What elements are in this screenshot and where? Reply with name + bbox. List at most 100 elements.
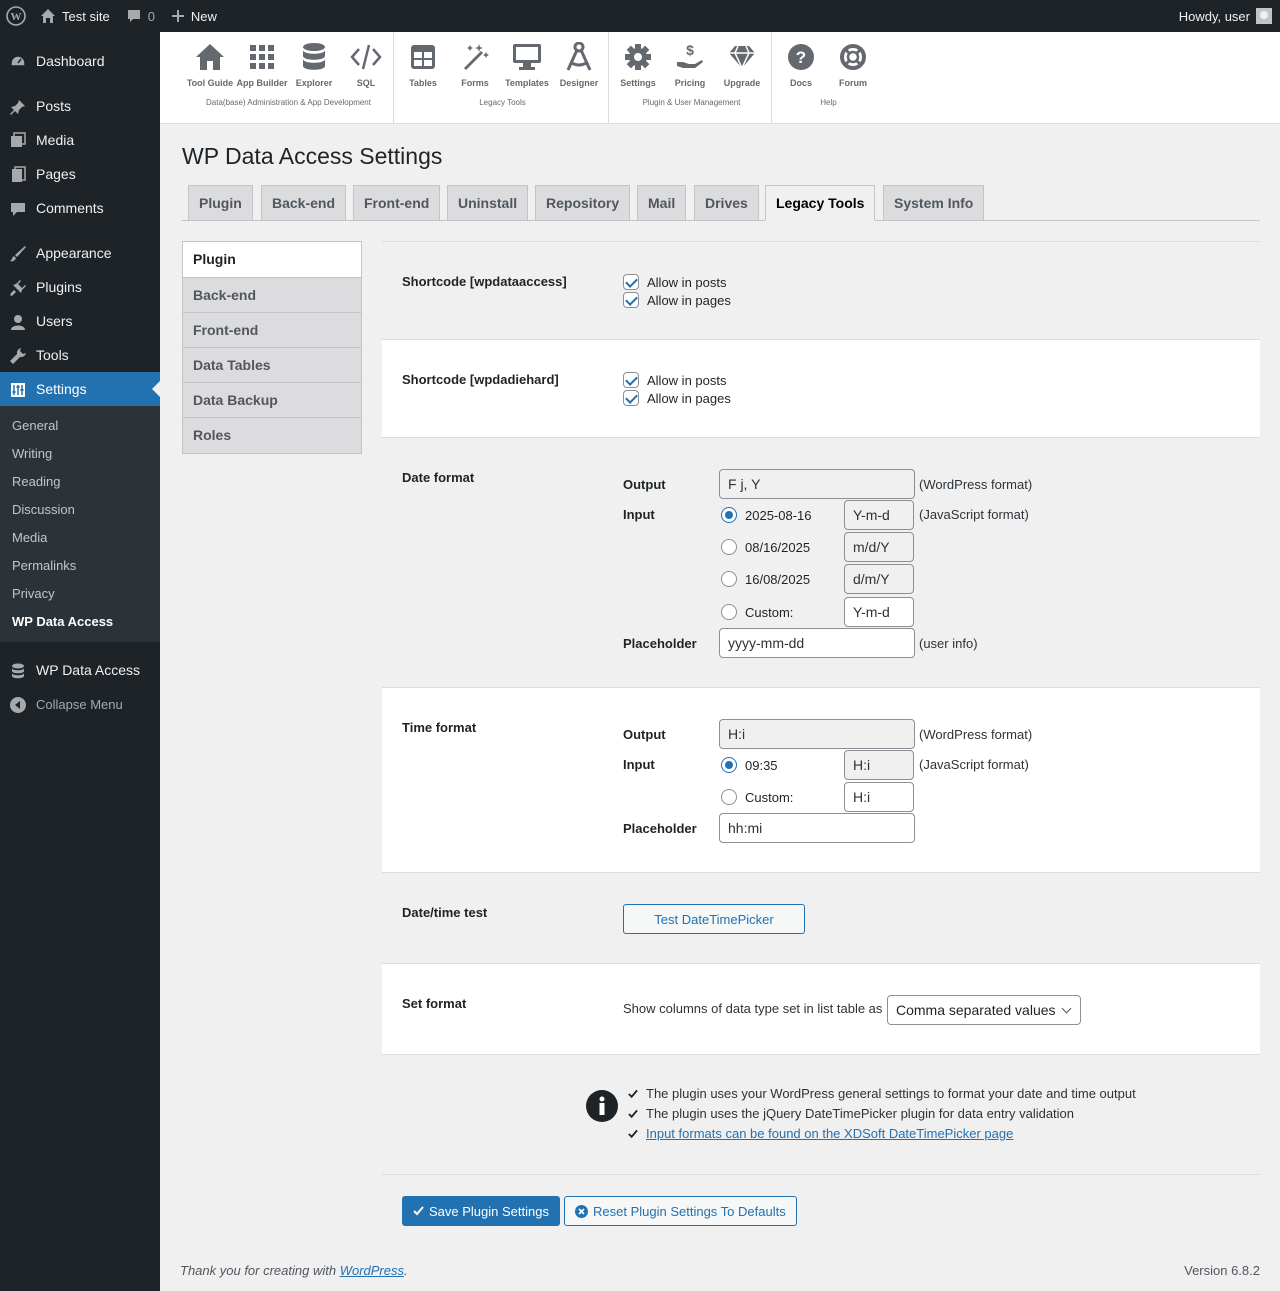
sidebar-item-settings[interactable]: Settings — [0, 372, 160, 406]
date-input-radio[interactable] — [721, 571, 737, 587]
date-input-label: Input — [623, 507, 655, 522]
submenu-item-general[interactable]: General — [0, 412, 160, 440]
admin-bar: W Test site 0 New Howdy, user — [0, 0, 1280, 32]
submenu-item-writing[interactable]: Writing — [0, 440, 160, 468]
forms-button[interactable]: Forms — [449, 40, 501, 88]
sql-button[interactable]: SQL — [340, 40, 392, 88]
explorer-button[interactable]: Explorer — [288, 40, 340, 88]
tab-repository[interactable]: Repository — [535, 185, 631, 221]
allow-in-posts-option[interactable]: Allow in posts — [623, 372, 726, 388]
time-placeholder-field[interactable]: hh:mi — [719, 813, 915, 843]
submenu-item-permalinks[interactable]: Permalinks — [0, 552, 160, 580]
app-builder-button[interactable]: App Builder — [236, 40, 288, 88]
wordpress-link[interactable]: WordPress — [340, 1263, 404, 1278]
designer-button[interactable]: Designer — [553, 40, 605, 88]
set-format-select[interactable]: Comma separated values — [887, 995, 1081, 1025]
sidebar-item-media[interactable]: Media — [0, 123, 160, 157]
collapse-menu-button[interactable]: Collapse Menu — [0, 687, 160, 721]
tab-drives[interactable]: Drives — [694, 185, 759, 221]
subtab-roles[interactable]: Roles — [183, 418, 361, 453]
docs-button[interactable]: ? Docs — [775, 40, 827, 88]
tab-uninstall[interactable]: Uninstall — [447, 185, 529, 221]
time-input-option-custom[interactable]: Custom: — [721, 789, 793, 805]
subtab-back-end[interactable]: Back-end — [183, 278, 361, 313]
allow-in-pages-option[interactable]: Allow in pages — [623, 390, 731, 406]
test-datetimepicker-button[interactable]: Test DateTimePicker — [623, 904, 805, 934]
templates-button[interactable]: Templates — [501, 40, 553, 88]
time-format-section: Time format Output H:i (WordPress format… — [382, 687, 1260, 872]
allow-in-posts-checkbox[interactable] — [623, 372, 639, 388]
submenu-item-media[interactable]: Media — [0, 524, 160, 552]
sidebar-item-pages[interactable]: Pages — [0, 157, 160, 191]
tab-system-info[interactable]: System Info — [883, 185, 985, 221]
sidebar-item-posts[interactable]: Posts — [0, 89, 160, 123]
subtab-data-tables[interactable]: Data Tables — [183, 348, 361, 383]
sidebar-item-label: Tools — [36, 347, 69, 363]
allow-in-posts-checkbox[interactable] — [623, 274, 639, 290]
pricing-button[interactable]: $ Pricing — [664, 40, 716, 88]
tab-back-end[interactable]: Back-end — [261, 185, 347, 221]
date-input-radio[interactable] — [721, 604, 737, 620]
xdsoft-docs-link[interactable]: Input formats can be found on the XDSoft… — [646, 1126, 1013, 1141]
date-input-format-field[interactable]: Y-m-d — [844, 500, 914, 530]
tab-legacy-tools[interactable]: Legacy Tools — [765, 185, 876, 221]
forum-button[interactable]: Forum — [827, 40, 879, 88]
svg-text:$: $ — [686, 42, 694, 58]
sidebar-item-comments[interactable]: Comments — [0, 191, 160, 225]
compass-drafting-icon — [562, 40, 596, 74]
sidebar-item-tools[interactable]: Tools — [0, 338, 160, 372]
svg-text:W: W — [11, 11, 22, 23]
sidebar-item-plugins[interactable]: Plugins — [0, 270, 160, 304]
date-input-option-custom[interactable]: Custom: — [721, 604, 793, 620]
submenu-item-wp-data-access[interactable]: WP Data Access — [0, 608, 160, 636]
subtab-data-backup[interactable]: Data Backup — [183, 383, 361, 418]
time-output-field[interactable]: H:i — [719, 719, 915, 749]
sidebar-item-appearance[interactable]: Appearance — [0, 236, 160, 270]
date-input-option-mdy[interactable]: 08/16/2025 — [721, 539, 810, 555]
tab-mail[interactable]: Mail — [637, 185, 687, 221]
tool-guide-button[interactable]: Tool Guide — [184, 40, 236, 88]
save-settings-button[interactable]: Save Plugin Settings — [402, 1196, 560, 1226]
sidebar-item-wp-data-access[interactable]: WP Data Access — [0, 653, 160, 687]
account-menu[interactable]: Howdy, user — [1171, 0, 1280, 32]
submenu-item-privacy[interactable]: Privacy — [0, 580, 160, 608]
submenu-item-discussion[interactable]: Discussion — [0, 496, 160, 524]
upgrade-label: Upgrade — [723, 78, 761, 88]
date-custom-format-field[interactable]: Y-m-d — [844, 597, 914, 627]
date-input-format-field[interactable]: d/m/Y — [844, 564, 914, 594]
upgrade-button[interactable]: Upgrade — [716, 40, 768, 88]
tab-front-end[interactable]: Front-end — [353, 185, 441, 221]
allow-in-posts-option[interactable]: Allow in posts — [623, 274, 726, 290]
allow-in-pages-option[interactable]: Allow in pages — [623, 292, 731, 308]
date-placeholder-field[interactable]: yyyy-mm-dd — [719, 628, 915, 658]
comments-link[interactable]: 0 — [118, 0, 163, 32]
time-input-format-field[interactable]: H:i — [844, 750, 914, 780]
date-input-radio[interactable] — [721, 507, 737, 523]
media-icon — [8, 131, 28, 151]
reset-settings-button[interactable]: Reset Plugin Settings To Defaults — [564, 1196, 797, 1226]
date-input-format-field[interactable]: m/d/Y — [844, 532, 914, 562]
site-name-link[interactable]: Test site — [32, 0, 118, 32]
subtab-plugin[interactable]: Plugin — [183, 242, 361, 278]
time-input-option-hi[interactable]: 09:35 — [721, 757, 778, 773]
submenu-item-reading[interactable]: Reading — [0, 468, 160, 496]
subtab-front-end[interactable]: Front-end — [183, 313, 361, 348]
tables-button[interactable]: Tables — [397, 40, 449, 88]
footer-thanks-text: Thank you for creating with — [180, 1263, 337, 1278]
date-input-option-ymd[interactable]: 2025-08-16 — [721, 507, 812, 523]
time-custom-format-field[interactable]: H:i — [844, 782, 914, 812]
date-output-field[interactable]: F j, Y — [719, 469, 915, 499]
allow-in-pages-checkbox[interactable] — [623, 390, 639, 406]
date-input-option-dmy[interactable]: 16/08/2025 — [721, 571, 810, 587]
hand-holding-dollar-icon: $ — [673, 40, 707, 74]
time-input-radio[interactable] — [721, 789, 737, 805]
new-content-link[interactable]: New — [163, 0, 225, 32]
time-input-radio[interactable] — [721, 757, 737, 773]
sidebar-item-users[interactable]: Users — [0, 304, 160, 338]
sidebar-item-dashboard[interactable]: Dashboard — [0, 44, 160, 78]
settings-button[interactable]: Settings — [612, 40, 664, 88]
allow-in-pages-checkbox[interactable] — [623, 292, 639, 308]
date-input-radio[interactable] — [721, 539, 737, 555]
tab-plugin[interactable]: Plugin — [188, 185, 253, 221]
wordpress-logo-icon[interactable]: W — [0, 0, 32, 32]
